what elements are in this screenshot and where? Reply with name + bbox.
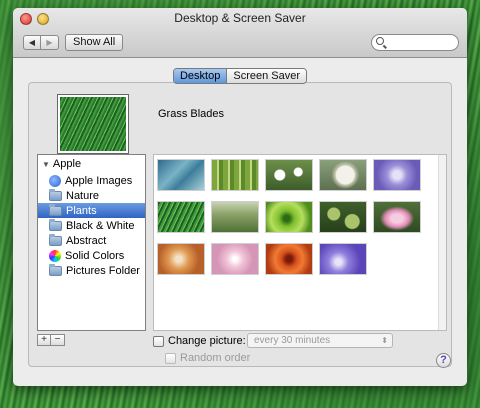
add-remove-controls: + − [37,334,65,346]
change-picture-row: Change picture: [153,335,246,347]
window-title: Desktop & Screen Saver [174,11,306,25]
thumbnail-image [320,244,366,274]
folder-icon [49,188,62,201]
tab-control: Desktop Screen Saver [172,68,308,84]
tab-desktop[interactable]: Desktop [173,69,227,83]
sidebar-item-pictures-folder[interactable]: Pictures Folder [38,263,145,278]
thumbnail-image [158,244,204,274]
sidebar-item-label: Pictures Folder [66,264,140,277]
folder-icon [49,233,62,246]
thumbnail-image [158,160,204,190]
thumbnail-pink-lotus[interactable] [373,201,421,233]
search-input[interactable] [371,34,459,51]
sidebar-item-label: Abstract [66,234,107,247]
random-order-checkbox[interactable] [165,352,176,364]
thumbnail-orange-petals[interactable] [157,243,205,275]
thumbnail-image [212,244,258,274]
interval-select[interactable]: every 30 minutes ⬍ [247,333,393,348]
thumbnail-grid [153,154,447,331]
thumbnail-image [266,244,312,274]
search-icon [376,37,384,45]
sidebar-item-label: Apple Images [65,174,133,187]
image-source-list: ▼ Apple Apple Images Nature Plants Black … [37,154,146,331]
chevron-updown-icon: ⬍ [381,336,388,345]
thumbnail-grass[interactable] [157,201,205,233]
thumbnail-dandelion[interactable] [319,159,367,191]
sidebar-item-label: Solid Colors [65,249,125,262]
help-button[interactable]: ? [436,353,451,368]
thumbnail-image [212,202,258,232]
thumbnail-image [374,202,420,232]
folder-icon [49,218,62,231]
thumbnail-scrollbar[interactable] [438,155,446,330]
remove-source-button[interactable]: − [51,334,65,346]
desktop-preview [57,94,129,154]
thumbnail-red-rose[interactable] [265,243,313,275]
thumbnail-daisies[interactable] [265,159,313,191]
thumbnail-image [320,202,366,232]
nav-buttons: ◀ ▶ [23,35,59,50]
folder-icon [49,203,62,216]
add-source-button[interactable]: + [37,334,51,346]
random-order-row: Random order [165,352,250,364]
disclosure-triangle-icon[interactable]: ▼ [42,160,50,169]
sidebar-item-label: Nature [66,189,100,202]
thumbnail-meadow[interactable] [211,201,259,233]
sidebar-item-abstract[interactable]: Abstract [38,233,145,248]
thumbnail-green-swirl[interactable] [265,201,313,233]
preview-name: Grass Blades [158,108,225,120]
thumbnail-pink-thistle[interactable] [211,243,259,275]
sidebar-item-label: Black & White [66,219,135,232]
tab-screen-saver[interactable]: Screen Saver [226,69,307,83]
group-label: Apple [52,158,82,170]
source-group-apple[interactable]: ▼ Apple [38,155,145,173]
change-picture-label: Change picture: [168,335,246,347]
thumbnail-agave[interactable] [157,159,205,191]
sidebar-item-solid-colors[interactable]: Solid Colors [38,248,145,263]
sidebar-item-label: Plants [66,204,97,217]
sidebar-item-apple-images[interactable]: Apple Images [38,173,145,188]
thumbnail-image [374,160,420,190]
preferences-window: Desktop & Screen Saver ◀ ▶ Show All Desk… [13,8,467,386]
color-wheel-icon [49,249,61,262]
sidebar-item-plants[interactable]: Plants [38,203,145,218]
thumbnail-leaves[interactable] [319,201,367,233]
sidebar-item-nature[interactable]: Nature [38,188,145,203]
thumbnail-image [212,160,258,190]
show-all-button[interactable]: Show All [65,34,124,51]
thumbnail-image [320,160,366,190]
folder-icon [49,263,62,276]
thumbnail-bamboo[interactable] [211,159,259,191]
back-button[interactable]: ◀ [23,35,41,50]
thumbnail-image [158,202,204,232]
title-bar: Desktop & Screen Saver ◀ ▶ Show All [13,8,467,58]
change-picture-checkbox[interactable] [153,335,164,347]
interval-value: every 30 minutes [254,335,331,346]
forward-button[interactable]: ▶ [41,35,59,50]
random-order-label: Random order [180,352,251,364]
thumbnail-purple-flower[interactable] [373,159,421,191]
sidebar-item-black-white[interactable]: Black & White [38,218,145,233]
thumbnail-image [266,202,312,232]
preview-image [60,97,126,151]
thumbnail-purple-petals[interactable] [319,243,367,275]
apple-icon [49,174,61,187]
thumbnail-image [266,160,312,190]
